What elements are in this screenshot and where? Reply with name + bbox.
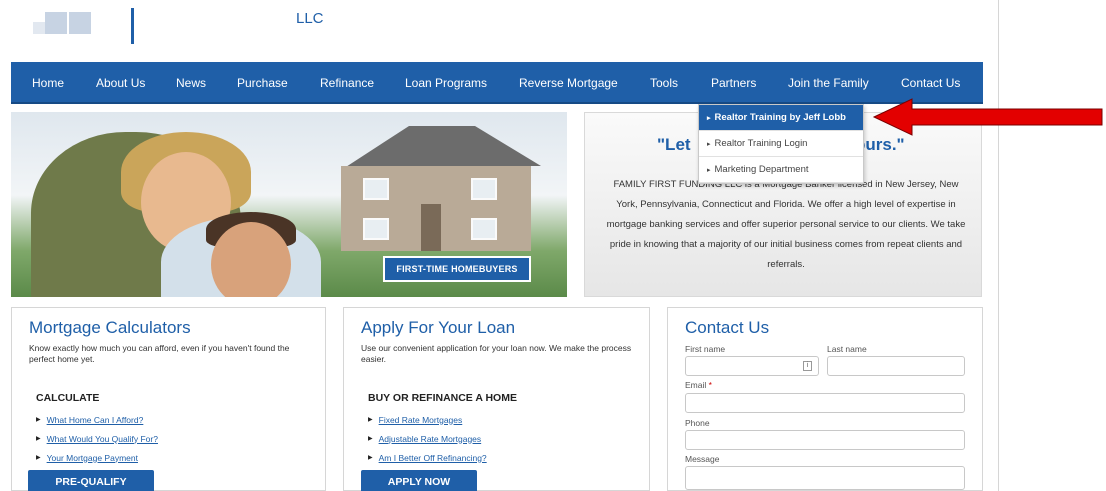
- nav-reverse-mortgage[interactable]: Reverse Mortgage: [519, 76, 618, 90]
- card-description: Know exactly how much you can afford, ev…: [29, 343, 290, 364]
- nav-contact-us[interactable]: Contact Us: [901, 76, 960, 90]
- bullet-triangle-icon: ▶: [36, 417, 41, 423]
- list-item: ▶ What Would You Qualify For?: [36, 429, 158, 448]
- nav-home[interactable]: Home: [32, 76, 64, 90]
- link-home-afford[interactable]: What Home Can I Afford?: [47, 415, 144, 425]
- nav-refinance[interactable]: Refinance: [320, 76, 374, 90]
- bullet-triangle-icon: ▸: [707, 114, 711, 122]
- bullet-triangle-icon: ▶: [368, 455, 373, 461]
- logo-divider: [131, 8, 134, 44]
- mortgage-calculators-card: Mortgage Calculators Know exactly how mu…: [11, 307, 326, 491]
- dropdown-item-realtor-training[interactable]: ▸ Realtor Training by Jeff Lobb: [699, 105, 863, 131]
- first-name-field[interactable]: i: [685, 356, 819, 376]
- house-illustration: [311, 126, 551, 256]
- card-description: Use our convenient application for your …: [361, 343, 632, 364]
- page-edge-divider: [998, 0, 999, 491]
- list-item: ▶ What Home Can I Afford?: [36, 410, 158, 429]
- nav-news[interactable]: News: [176, 76, 206, 90]
- list-item: ▶ Fixed Rate Mortgages: [368, 410, 487, 429]
- list-item: ▶ Your Mortgage Payment: [36, 448, 158, 467]
- card-subheading: BUY OR REFINANCE A HOME: [368, 392, 517, 404]
- intro-paragraph: FAMILY FIRST FUNDING LLC is a Mortgage B…: [606, 179, 966, 270]
- logo-mark-right: [69, 12, 91, 34]
- card-title: Apply For Your Loan: [361, 318, 516, 337]
- bullet-triangle-icon: ▶: [368, 436, 373, 442]
- card-title: Mortgage Calculators: [29, 318, 191, 337]
- logo-mark-left: [45, 12, 67, 34]
- contact-card: Contact Us First name Last name i Email …: [667, 307, 983, 491]
- link-refinancing[interactable]: Am I Better Off Refinancing?: [379, 453, 487, 463]
- card-title: Contact Us: [685, 318, 770, 337]
- tagline-start: "Let: [657, 135, 691, 154]
- list-item: ▶ Am I Better Off Refinancing?: [368, 448, 487, 467]
- dropdown-item-marketing[interactable]: ▸ Marketing Department: [699, 157, 863, 183]
- dropdown-item-label: Realtor Training by Jeff Lobb: [714, 112, 846, 123]
- list-item: ▶ Adjustable Rate Mortgages: [368, 429, 487, 448]
- nav-join-the-family[interactable]: Join the Family: [788, 76, 869, 90]
- message-field[interactable]: [685, 466, 965, 490]
- annotation-arrow-icon: [872, 98, 1103, 136]
- nav-loan-programs[interactable]: Loan Programs: [405, 76, 487, 90]
- email-field[interactable]: [685, 393, 965, 413]
- link-adjustable-rate[interactable]: Adjustable Rate Mortgages: [379, 434, 482, 444]
- message-label: Message: [685, 454, 720, 464]
- bullet-triangle-icon: ▸: [707, 140, 711, 148]
- main-nav: Home About Us News Purchase Refinance Lo…: [11, 62, 983, 104]
- email-label: Email *: [685, 380, 712, 390]
- card-subheading: CALCULATE: [36, 392, 100, 404]
- partners-dropdown: ▸ Realtor Training by Jeff Lobb ▸ Realto…: [698, 104, 864, 184]
- dropdown-item-label: Realtor Training Login: [714, 138, 808, 149]
- bullet-triangle-icon: ▶: [368, 417, 373, 423]
- required-mark: *: [708, 380, 712, 390]
- nav-partners[interactable]: Partners: [711, 76, 756, 90]
- dropdown-item-realtor-login[interactable]: ▸ Realtor Training Login: [699, 131, 863, 157]
- phone-field[interactable]: [685, 430, 965, 450]
- apply-now-button[interactable]: APPLY NOW: [361, 470, 477, 491]
- bullet-triangle-icon: ▸: [707, 166, 711, 174]
- bullet-triangle-icon: ▶: [36, 455, 41, 461]
- first-time-homebuyers-button[interactable]: FIRST-TIME HOMEBUYERS: [383, 256, 531, 282]
- apply-loan-card: Apply For Your Loan Use our convenient a…: [343, 307, 650, 491]
- couple-photo: [11, 122, 321, 297]
- loan-links: ▶ Fixed Rate Mortgages ▶ Adjustable Rate M…: [368, 410, 487, 467]
- nav-tools[interactable]: Tools: [650, 76, 678, 90]
- last-name-field[interactable]: [827, 356, 965, 376]
- calculator-links: ▶ What Home Can I Afford? ▶ What Would You…: [36, 410, 158, 467]
- last-name-label: Last name: [827, 344, 867, 354]
- autofill-icon: i: [803, 361, 812, 371]
- link-mortgage-payment[interactable]: Your Mortgage Payment: [47, 453, 138, 463]
- link-fixed-rate[interactable]: Fixed Rate Mortgages: [379, 415, 463, 425]
- nav-purchase[interactable]: Purchase: [237, 76, 288, 90]
- link-qualify-for[interactable]: What Would You Qualify For?: [47, 434, 158, 444]
- pre-qualify-button[interactable]: PRE-QUALIFY: [28, 470, 154, 491]
- company-name-suffix: LLC: [296, 10, 324, 27]
- tagline: "Let ours.": [657, 135, 905, 155]
- first-name-label: First name: [685, 344, 726, 354]
- dropdown-item-label: Marketing Department: [714, 164, 809, 175]
- logo-mark-small: [33, 22, 45, 34]
- nav-about-us[interactable]: About Us: [96, 76, 145, 90]
- company-logo[interactable]: [25, 12, 105, 34]
- phone-label: Phone: [685, 418, 710, 428]
- bullet-triangle-icon: ▶: [36, 436, 41, 442]
